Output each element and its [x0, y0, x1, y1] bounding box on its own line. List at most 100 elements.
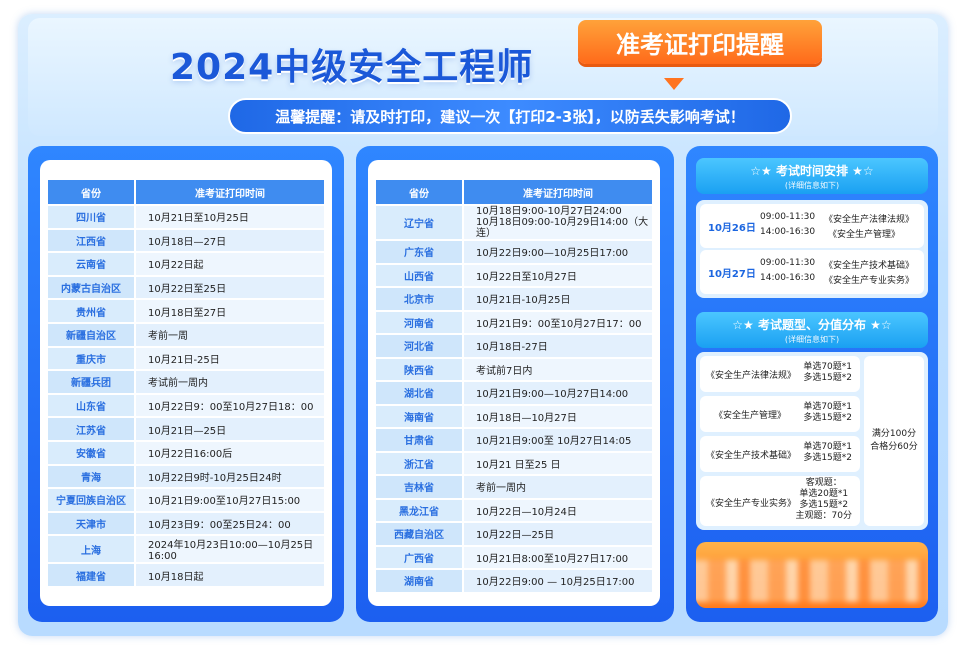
table-row: 贵州省 10月18日至27日 — [48, 300, 324, 322]
print-time: 10月21 日至25 日 — [464, 452, 652, 474]
type-subject: 《安全生产专业实务》 — [706, 499, 797, 509]
province-name: 广西省 — [376, 546, 464, 568]
schedule-row: 10月27日 09:00-11:30 《安全生产技术基础》 14:00-16:3… — [700, 250, 924, 294]
print-time: 10月18日起 — [136, 564, 324, 586]
schedule-heading-text: ☆★ 考试时间安排 ★☆ — [750, 164, 874, 178]
province-name: 浙江省 — [376, 452, 464, 474]
table-row: 宁夏回族自治区 10月21日9:00至10月27日15:00 — [48, 489, 324, 511]
full-score: 满分100分 — [871, 429, 917, 439]
print-time: 10月23日9：00至25日24：00 — [136, 512, 324, 535]
middle-province-table: 省份 准考证打印时间 辽宁省 10月18日9:00-10月27日24:00 10月1… — [376, 178, 652, 594]
schedule-row: 10月26日 09:00-11:30 《安全生产法律法规》 14:00-16:3… — [700, 204, 924, 248]
province-name: 河北省 — [376, 335, 464, 357]
middle-panel: 省份 准考证打印时间 辽宁省 10月18日9:00-10月27日24:00 10月1… — [356, 146, 674, 622]
province-name: 山西省 — [376, 264, 464, 286]
print-time: 10月22日—25日 — [464, 523, 652, 545]
types-heading: ☆★ 考试题型、分值分布 ★☆ (详细信息如下) — [696, 312, 928, 348]
province-name: 上海 — [48, 536, 136, 563]
province-name: 重庆市 — [48, 347, 136, 370]
exam-date: 10月26日 — [708, 223, 756, 234]
score-line: 单选20题*1 — [799, 489, 849, 499]
promo-button[interactable] — [696, 542, 928, 608]
table-row: 西藏自治区 10月22日—25日 — [376, 523, 652, 545]
table-row: 黑龙江省 10月22日—10月24日 — [376, 499, 652, 521]
col-province: 省份 — [376, 180, 464, 204]
print-time: 10月22日—10月24日 — [464, 499, 652, 521]
exam-subject: 《安全生产法律法规》 — [824, 215, 915, 225]
print-time: 10月21日9：00至10月27日17：00 — [464, 311, 652, 333]
province-name: 海南省 — [376, 405, 464, 427]
print-time: 考前一周 — [136, 323, 324, 346]
table-row: 河北省 10月18日-27日 — [376, 335, 652, 357]
exam-subject: 《安全生产管理》 — [828, 230, 901, 240]
type-row: 《安全生产管理》 单选70题*1 多选15题*2 — [700, 396, 860, 432]
province-name: 江西省 — [48, 229, 136, 252]
print-time: 10月21日-10月25日 — [464, 288, 652, 310]
col-province: 省份 — [48, 180, 136, 204]
province-name: 黑龙江省 — [376, 499, 464, 521]
province-name: 安徽省 — [48, 441, 136, 464]
print-time: 10月22日9时-10月25日24时 — [136, 465, 324, 488]
exam-time: 14:00-16:30 — [760, 273, 816, 283]
page-title: 2024中级安全工程师 — [170, 47, 534, 88]
province-name: 新疆兵团 — [48, 371, 136, 393]
type-score: 单选70题*1 多选15题*2 — [803, 442, 852, 464]
print-reminder-badge: 准考证打印提醒 — [578, 20, 822, 64]
print-time: 10月22日至10月27日 — [464, 264, 652, 286]
print-time: 考试前一周内 — [136, 371, 324, 393]
blurred-overlay — [696, 560, 928, 602]
table-row: 山西省 10月22日至10月27日 — [376, 264, 652, 286]
score-line: 主观题：70分 — [795, 511, 852, 521]
left-province-table: 省份 准考证打印时间 四川省 10月21日至10月25日 江西省 10月18日—27日… — [48, 178, 324, 588]
schedule-heading: ☆★ 考试时间安排 ★☆ (详细信息如下) — [696, 158, 928, 194]
table-row: 青海 10月22日9时-10月25日24时 — [48, 465, 324, 488]
province-name: 陕西省 — [376, 358, 464, 380]
print-time: 考试前7日内 — [464, 358, 652, 380]
type-subject: 《安全生产管理》 — [714, 411, 787, 421]
print-time: 10月21日8:00至10月27日17:00 — [464, 546, 652, 568]
province-name: 广东省 — [376, 241, 464, 263]
print-time: 10月22日16:00后 — [136, 441, 324, 464]
table-row: 新疆自治区 考前一周 — [48, 323, 324, 346]
print-time: 10月21日9:00至 10月27日14:05 — [464, 429, 652, 451]
province-name: 山东省 — [48, 394, 136, 417]
province-name: 北京市 — [376, 288, 464, 310]
print-time: 10月18日—10月27日 — [464, 405, 652, 427]
schedule-heading-sub: (详细信息如下) — [784, 181, 840, 190]
province-name: 宁夏回族自治区 — [48, 489, 136, 511]
province-name: 江苏省 — [48, 418, 136, 440]
table-row: 江西省 10月18日—27日 — [48, 229, 324, 252]
table-row: 安徽省 10月22日16:00后 — [48, 441, 324, 464]
exam-time: 09:00-11:30 — [760, 258, 816, 268]
table-row: 新疆兵团 考试前一周内 — [48, 371, 324, 393]
score-line: 单选70题*1 — [803, 442, 852, 452]
print-time-line: 10月18日9:00-10月27日24:00 — [476, 206, 622, 217]
score-line: 多选15题*2 — [799, 500, 849, 510]
province-name: 福建省 — [48, 564, 136, 586]
print-time-line: 10月18日09:00-10月29日14:00（大连） — [476, 217, 649, 239]
province-name: 河南省 — [376, 311, 464, 333]
table-row: 江苏省 10月21日—25日 — [48, 418, 324, 440]
score-line: 单选70题*1 — [803, 362, 852, 372]
type-row: 《安全生产法律法规》 单选70题*1 多选15题*2 — [700, 356, 860, 392]
province-name: 湖南省 — [376, 570, 464, 592]
table-row: 云南省 10月22日起 — [48, 253, 324, 275]
print-time: 考前一周内 — [464, 476, 652, 498]
pass-score: 合格分60分 — [870, 442, 918, 452]
print-time: 10月21日9:00至10月27日15:00 — [136, 489, 324, 511]
province-name: 西藏自治区 — [376, 523, 464, 545]
province-name: 青海 — [48, 465, 136, 488]
table-row: 四川省 10月21日至10月25日 — [48, 206, 324, 228]
province-name: 云南省 — [48, 253, 136, 275]
type-score: 单选70题*1 多选15题*2 — [803, 362, 852, 384]
type-subject: 《安全生产法律法规》 — [706, 371, 797, 381]
table-row: 海南省 10月18日—10月27日 — [376, 405, 652, 427]
print-time: 10月21日—25日 — [136, 418, 324, 440]
table-row: 山东省 10月22日9：00至10月27日18：00 — [48, 394, 324, 417]
exam-date: 10月27日 — [708, 269, 756, 280]
col-time: 准考证打印时间 — [136, 180, 324, 204]
types-heading-text: ☆★ 考试题型、分值分布 ★☆ — [732, 318, 892, 332]
table-row: 天津市 10月23日9：00至25日24：00 — [48, 512, 324, 535]
type-row: 《安全生产专业实务》 客观题： 单选20题*1 多选15题*2 主观题：70分 — [700, 476, 860, 526]
exam-subject: 《安全生产技术基础》 — [824, 261, 915, 271]
